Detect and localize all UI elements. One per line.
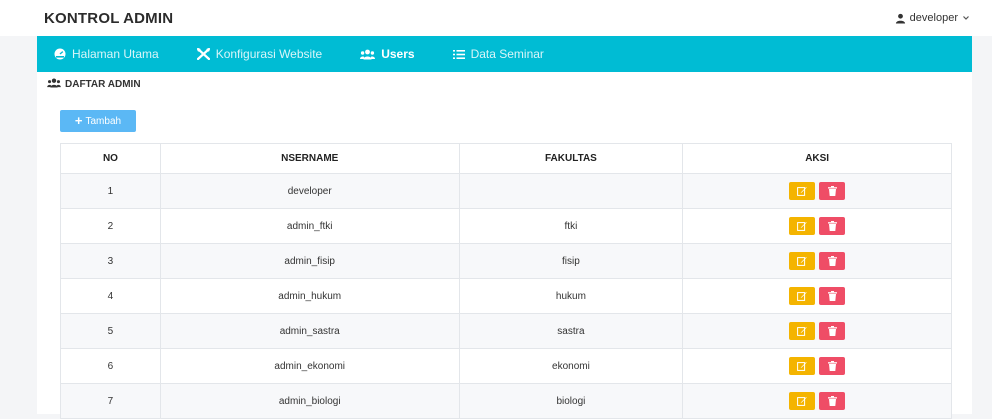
edit-button[interactable] bbox=[789, 322, 816, 340]
plus-icon: + bbox=[74, 113, 83, 128]
cell-fakultas: sastra bbox=[458, 313, 684, 349]
user-name: developer bbox=[909, 12, 958, 24]
edit-button[interactable] bbox=[789, 392, 816, 410]
edit-icon bbox=[797, 219, 807, 234]
table-row: 5 admin_sastra sastra bbox=[60, 313, 952, 349]
cell-fakultas: hukum bbox=[458, 278, 684, 314]
edit-button[interactable] bbox=[789, 357, 816, 375]
trash-icon bbox=[827, 289, 837, 304]
delete-button[interactable] bbox=[819, 392, 846, 410]
list-icon bbox=[452, 49, 465, 60]
cell-aksi bbox=[682, 208, 952, 244]
cell-aksi bbox=[682, 243, 952, 279]
nav-item-label: Konfigurasi Website bbox=[215, 47, 323, 61]
main-nav: Halaman Utama Konfigurasi Website Users … bbox=[37, 36, 972, 72]
cell-username: admin_ftki bbox=[159, 208, 460, 244]
add-admin-button[interactable]: + Tambah bbox=[60, 110, 136, 132]
panel-title-label: DAFTAR ADMIN bbox=[65, 79, 141, 90]
user-icon bbox=[895, 13, 906, 24]
cell-no: 7 bbox=[60, 383, 161, 419]
table-row: 4 admin_hukum hukum bbox=[60, 278, 952, 314]
cell-username: admin_ekonomi bbox=[159, 348, 460, 384]
column-header-fakultas: FAKULTAS bbox=[458, 143, 684, 174]
top-bar: KONTROL ADMIN developer bbox=[0, 0, 992, 36]
trash-icon bbox=[827, 359, 837, 374]
trash-icon bbox=[827, 394, 837, 409]
edit-button[interactable] bbox=[789, 252, 816, 270]
trash-icon bbox=[827, 184, 837, 199]
column-header-aksi: AKSI bbox=[682, 143, 952, 174]
cell-username: developer bbox=[159, 173, 460, 209]
nav-item-halaman-utama[interactable]: Halaman Utama bbox=[54, 47, 159, 61]
add-button-label: Tambah bbox=[85, 115, 122, 127]
trash-icon bbox=[827, 254, 837, 269]
cell-fakultas: ftki bbox=[458, 208, 684, 244]
cell-fakultas: ekonomi bbox=[458, 348, 684, 384]
nav-item-data-seminar[interactable]: Data Seminar bbox=[452, 47, 544, 61]
table-row: 3 admin_fisip fisip bbox=[60, 243, 952, 279]
delete-button[interactable] bbox=[819, 357, 846, 375]
cell-no: 1 bbox=[60, 173, 161, 209]
cell-aksi bbox=[682, 383, 952, 419]
users-icon bbox=[47, 78, 61, 91]
cell-username: admin_biologi bbox=[159, 383, 460, 419]
admin-table: NO NSERNAME FAKULTAS AKSI 1 developer 2 … bbox=[60, 143, 952, 419]
user-menu[interactable]: developer bbox=[895, 12, 970, 24]
trash-icon bbox=[827, 219, 837, 234]
delete-button[interactable] bbox=[819, 217, 846, 235]
cell-aksi bbox=[682, 313, 952, 349]
delete-button[interactable] bbox=[819, 182, 846, 200]
edit-icon bbox=[797, 359, 807, 374]
delete-button[interactable] bbox=[819, 252, 846, 270]
nav-item-konfigurasi-website[interactable]: Konfigurasi Website bbox=[196, 47, 323, 61]
edit-icon bbox=[797, 289, 807, 304]
delete-button[interactable] bbox=[819, 322, 846, 340]
cell-no: 6 bbox=[60, 348, 161, 384]
cell-no: 2 bbox=[60, 208, 161, 244]
chevron-down-icon bbox=[962, 14, 970, 22]
nav-item-label: Data Seminar bbox=[470, 47, 544, 61]
dashboard-icon bbox=[54, 48, 66, 60]
nav-item-users[interactable]: Users bbox=[360, 47, 415, 61]
table-row: 7 admin_biologi biologi bbox=[60, 383, 952, 419]
panel-title: DAFTAR ADMIN bbox=[47, 78, 141, 91]
trash-icon bbox=[827, 324, 837, 339]
cell-username: admin_sastra bbox=[159, 313, 460, 349]
cell-aksi bbox=[682, 278, 952, 314]
cell-fakultas: fisip bbox=[458, 243, 684, 279]
column-header-username: NSERNAME bbox=[159, 143, 460, 174]
cell-no: 5 bbox=[60, 313, 161, 349]
column-header-no: NO bbox=[60, 143, 161, 174]
table-header-row: NO NSERNAME FAKULTAS AKSI bbox=[60, 143, 952, 174]
edit-icon bbox=[797, 254, 807, 269]
cell-aksi bbox=[682, 348, 952, 384]
cell-no: 3 bbox=[60, 243, 161, 279]
delete-button[interactable] bbox=[819, 287, 846, 305]
users-icon bbox=[360, 49, 376, 60]
edit-icon bbox=[797, 184, 807, 199]
cell-username: admin_hukum bbox=[159, 278, 460, 314]
nav-item-label: Halaman Utama bbox=[72, 47, 159, 61]
cell-username: admin_fisip bbox=[159, 243, 460, 279]
app-brand: KONTROL ADMIN bbox=[44, 10, 174, 27]
cell-fakultas bbox=[458, 173, 684, 209]
table-row: 6 admin_ekonomi ekonomi bbox=[60, 348, 952, 384]
edit-icon bbox=[797, 324, 807, 339]
admin-panel: DAFTAR ADMIN + Tambah NO NSERNAME FAKULT… bbox=[37, 72, 972, 419]
cell-no: 4 bbox=[60, 278, 161, 314]
table-row: 2 admin_ftki ftki bbox=[60, 208, 952, 244]
tools-icon bbox=[196, 48, 210, 60]
edit-button[interactable] bbox=[789, 217, 816, 235]
nav-item-label: Users bbox=[381, 47, 415, 61]
cell-aksi bbox=[682, 173, 952, 209]
cell-fakultas: biologi bbox=[458, 383, 684, 419]
edit-icon bbox=[797, 394, 807, 409]
edit-button[interactable] bbox=[789, 287, 816, 305]
edit-button[interactable] bbox=[789, 182, 816, 200]
table-row: 1 developer bbox=[60, 173, 952, 209]
